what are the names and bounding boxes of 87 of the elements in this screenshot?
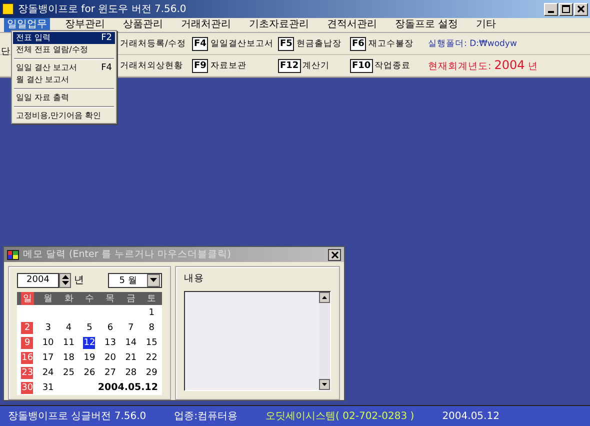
maximize-icon [562, 5, 570, 13]
menu-item[interactable]: 상품관리 [114, 18, 172, 32]
minimize-button[interactable] [544, 2, 558, 16]
menu-item[interactable]: 기타 [467, 18, 506, 32]
calendar-day[interactable]: 3 [42, 322, 54, 334]
toolbar-button[interactable]: 거래처등록/수정 [120, 38, 192, 50]
content-field[interactable] [184, 291, 331, 391]
toolbar-button[interactable]: F12 계산기 [278, 58, 350, 72]
calendar-day[interactable]: 2 [21, 322, 34, 334]
calendar-day[interactable]: 26 [83, 366, 96, 378]
menu-item[interactable]: 장돌프로 설정 [386, 18, 468, 32]
calendar-day[interactable]: 15 [146, 336, 158, 348]
calendar-day[interactable]: 5 [83, 322, 96, 334]
toolbar-button[interactable]: F5 현금출납장 [278, 36, 350, 50]
spin-button[interactable] [59, 272, 71, 288]
fiscal-year-label: 현재회계년도: 2004 년 [427, 58, 539, 73]
scrollbar[interactable] [319, 292, 330, 390]
calendar-day[interactable]: 13 [104, 336, 116, 348]
menu-item[interactable]: 기초자료관리 [240, 18, 318, 32]
calendar-day[interactable]: 30 [21, 382, 34, 394]
weekday-label: 화 [63, 293, 74, 305]
calendar-day[interactable]: 24 [42, 366, 54, 378]
close-icon [577, 5, 585, 13]
calendar-day[interactable]: 11 [62, 336, 75, 348]
menu-item[interactable]: 장부관리 [56, 18, 114, 32]
calendar-day[interactable]: 16 [21, 352, 34, 364]
toolbar-button[interactable]: 거래처외상현황 [120, 60, 192, 72]
calendar-day[interactable]: 18 [62, 352, 75, 364]
weekday-label: 일 [20, 292, 34, 305]
calendar-day[interactable]: 25 [62, 366, 75, 378]
close-icon [330, 250, 338, 258]
menu-item[interactable]: 거래처관리 [172, 18, 240, 32]
calendar-day[interactable]: 17 [42, 352, 54, 364]
weekday-label: 월 [42, 293, 54, 305]
status-text: 오딧세이시스템( 02-702-0283 ) [266, 410, 414, 423]
window-title: 메모 달력 (Enter 를 누르거나 마우스더블클릭) [23, 248, 232, 261]
calendar-day[interactable]: 1 [146, 306, 158, 318]
calendar-day[interactable]: 28 [124, 366, 137, 378]
year-field[interactable]: 2004 [17, 272, 59, 288]
maximize-button[interactable] [559, 2, 573, 16]
toolbar-label: 단 [1, 46, 10, 58]
menu-entry[interactable]: 전체 전표 열람/수정 [13, 44, 115, 56]
scroll-down-icon[interactable] [322, 383, 327, 386]
weekday-label: 금 [125, 293, 136, 305]
menu-item[interactable]: 견적서관리 [318, 18, 386, 32]
calendar-day[interactable]: 7 [124, 322, 137, 334]
app-icon [2, 3, 14, 15]
toolbar-button[interactable]: F6 재고수불장 [350, 36, 422, 50]
calendar-day[interactable]: 22 [146, 352, 158, 364]
toolbar-button[interactable]: F10 작업종료 [350, 58, 422, 72]
window-title: 장돌뱅이프로 for 윈도우 버전 7.56.0 [18, 3, 186, 16]
calendar-day[interactable]: 4 [62, 322, 75, 334]
calendar-day[interactable]: 23 [21, 366, 34, 378]
calendar-day[interactable]: 27 [104, 366, 116, 378]
calendar-icon [7, 250, 19, 260]
calendar-day[interactable]: 20 [104, 352, 116, 364]
menu-entry[interactable]: 전표 입력 F2 [13, 32, 115, 44]
status-text: 업종:컴퓨터용 [174, 410, 238, 423]
calendar-day[interactable]: 19 [83, 352, 96, 364]
year-unit: 년 [74, 274, 84, 287]
calendar-day[interactable]: 6 [104, 322, 116, 334]
close-button[interactable] [328, 248, 341, 260]
menu-entry[interactable]: 월 결산 보고서 [13, 74, 115, 86]
calendar-day[interactable]: 31 [42, 382, 54, 394]
calendar-day[interactable]: 29 [146, 366, 158, 378]
weekday-label: 목 [104, 293, 116, 305]
calendar-day[interactable]: 21 [124, 352, 137, 364]
calendar-day[interactable]: 12 [83, 336, 96, 348]
weekday-label: 수 [84, 293, 95, 305]
calendar-day[interactable]: 14 [124, 336, 137, 348]
selected-date: 2004.05.12 [96, 381, 159, 394]
month-select[interactable]: 5 월 [108, 272, 162, 288]
menu-entry[interactable]: 일일 결산 보고서 F4 [13, 62, 115, 74]
calendar-day[interactable]: 8 [146, 322, 158, 334]
weekday-label: 토 [146, 293, 158, 305]
toolbar-button[interactable]: F4 일일결산보고서 [192, 36, 278, 50]
calendar-day[interactable]: 10 [42, 336, 54, 348]
status-text: 장돌뱅이프로 싱글버전 7.56.0 [8, 410, 146, 423]
calendar-day[interactable]: 9 [21, 336, 34, 348]
content-label: 내용 [184, 272, 205, 285]
toolbar-button[interactable]: F9 자료보관 [192, 58, 278, 72]
menu-entry[interactable]: 일일 자료 출력 [13, 92, 115, 104]
menu-entry[interactable]: 고정비용,만기어음 확인 [13, 110, 115, 122]
status-text: 2004.05.12 [442, 410, 500, 422]
scroll-up-icon[interactable] [322, 296, 327, 299]
folder-label: 실행폴더: D:₩wodyw [427, 38, 518, 50]
dropdown-icon [147, 274, 160, 286]
